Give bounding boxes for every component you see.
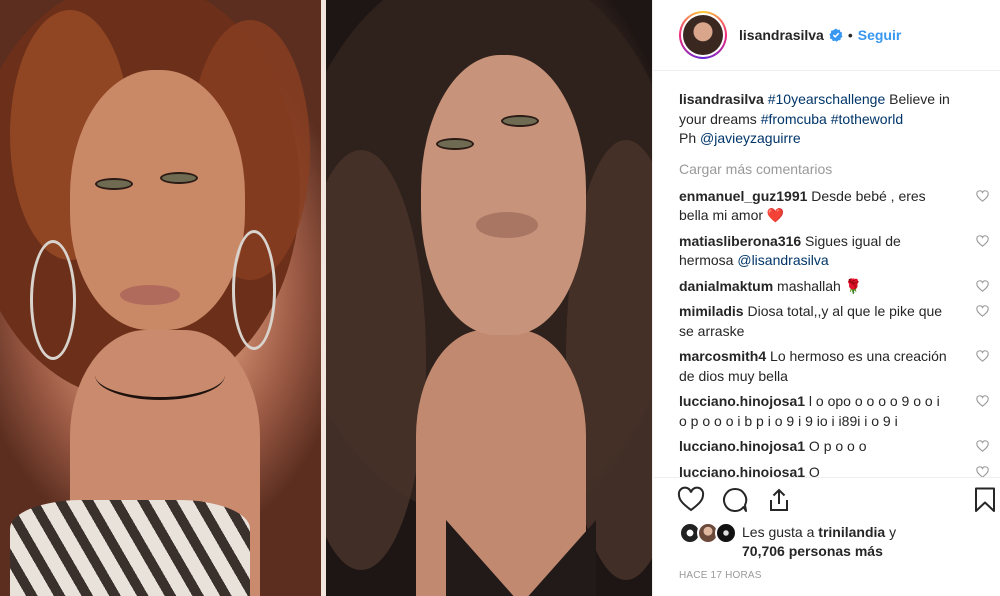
comment-item: marcosmith4 Lo hermoso es una creación d… xyxy=(679,347,989,386)
comment-username[interactable]: danialmaktum xyxy=(679,278,773,294)
comment-username[interactable]: lucciano.hinojosa1 xyxy=(679,464,805,478)
hashtag-fromcuba[interactable]: #fromcuba xyxy=(761,111,827,127)
small-heart-icon[interactable] xyxy=(976,189,989,202)
comment-username[interactable]: lucciano.hinojosa1 xyxy=(679,438,805,454)
follow-button[interactable]: Seguir xyxy=(858,27,902,43)
caption: lisandrasilva #10yearschallenge Believe … xyxy=(679,90,975,149)
action-bar xyxy=(653,477,1000,520)
caption-username[interactable]: lisandrasilva xyxy=(679,91,764,107)
credit-mention[interactable]: @javieyzaguirre xyxy=(700,130,801,146)
comment-mention[interactable]: @lisandrasilva xyxy=(737,252,828,268)
post-timestamp[interactable]: HACE 17 HORAS xyxy=(679,570,762,581)
small-heart-icon[interactable] xyxy=(976,305,989,317)
likes-user[interactable]: trinilandia xyxy=(818,524,885,540)
comment-text: mashallah xyxy=(773,277,845,294)
post-sidebar: lisandrasilva • Seguir lisandrasilva #10… xyxy=(652,0,1000,596)
comment-item: lucciano.hinojosa1 l o opo o o o o 9 o o… xyxy=(679,392,989,431)
small-heart-icon[interactable] xyxy=(976,465,989,478)
post-photo[interactable] xyxy=(0,0,652,596)
comment-item: danialmaktum mashallah 🌹 xyxy=(679,277,989,297)
comment-icon[interactable] xyxy=(721,486,749,514)
comment-item: matiasliberona316 Sigues igual de hermos… xyxy=(679,232,989,271)
small-heart-icon[interactable] xyxy=(976,350,989,362)
small-heart-icon[interactable] xyxy=(976,234,989,247)
small-heart-icon[interactable] xyxy=(976,279,989,292)
header-separator: • xyxy=(847,27,853,43)
comment-username[interactable]: matiasliberona316 xyxy=(679,233,801,249)
comments-section[interactable]: lisandrasilva #10yearschallenge Believe … xyxy=(653,72,1000,477)
comment-username[interactable]: mimiladis xyxy=(679,303,744,319)
likes-count[interactable]: 70,706 xyxy=(742,543,785,559)
post-header: lisandrasilva • Seguir xyxy=(653,0,1000,71)
likes-suffix: y xyxy=(885,524,897,540)
photo-before xyxy=(0,0,321,596)
hashtag-10yearschallenge[interactable]: #10yearschallenge xyxy=(768,91,886,107)
comment-username[interactable]: marcosmith4 xyxy=(679,348,766,364)
likes-text: Les gusta a trinilandia y 70,706 persona… xyxy=(742,523,896,561)
load-more-comments-button[interactable]: Cargar más comentarios xyxy=(679,161,977,177)
comment-emoji: 🌹 xyxy=(844,277,863,294)
comment-item: enmanuel_guz1991 Desde bebé , eres bella… xyxy=(679,187,989,226)
comment-text: O p o o o xyxy=(805,438,867,454)
liker-avatar[interactable] xyxy=(715,522,737,544)
comment-item: lucciano.hinojosa1 O xyxy=(679,463,989,478)
share-icon[interactable] xyxy=(765,486,793,514)
bookmark-icon[interactable] xyxy=(971,486,999,514)
comment-emoji: ❤️ xyxy=(766,207,785,223)
comment-text: O xyxy=(805,463,820,478)
verified-badge-icon xyxy=(829,28,843,42)
likes-count-rest[interactable]: personas más xyxy=(785,543,883,559)
comment-item: lucciano.hinojosa1 O p o o o xyxy=(679,437,989,457)
comment-username[interactable]: lucciano.hinojosa1 xyxy=(679,393,805,409)
story-ring[interactable] xyxy=(679,11,727,59)
small-heart-icon[interactable] xyxy=(976,440,989,452)
comment-username[interactable]: enmanuel_guz1991 xyxy=(679,188,807,204)
avatar[interactable] xyxy=(683,15,723,55)
caption-credit-prefix: Ph xyxy=(679,130,701,146)
hashtag-totheworld[interactable]: #totheworld xyxy=(831,111,903,127)
likes-prefix: Les gusta a xyxy=(742,524,819,540)
heart-icon[interactable] xyxy=(677,486,705,514)
photo-after xyxy=(326,0,652,596)
header-username[interactable]: lisandrasilva xyxy=(739,27,824,43)
small-heart-icon[interactable] xyxy=(976,395,989,407)
comment-item: mimiladis Diosa total,,y al que le pike … xyxy=(679,302,989,341)
likes-section: Les gusta a trinilandia y 70,706 persona… xyxy=(679,522,979,564)
